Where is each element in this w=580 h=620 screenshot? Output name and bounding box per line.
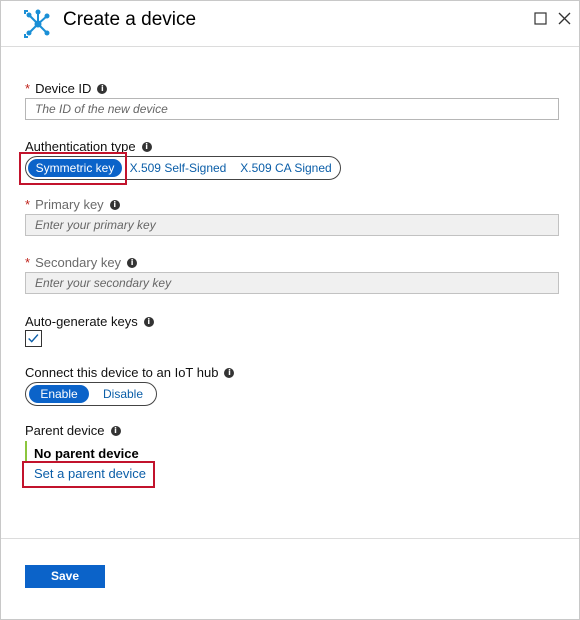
page-title: Create a device (63, 9, 197, 30)
connect-option-enable[interactable]: Enable (29, 385, 89, 403)
auto-generate-checkbox[interactable] (25, 330, 42, 347)
create-device-panel: Create a device * Device ID i The ID of th… (0, 0, 580, 620)
required-marker: * (25, 197, 31, 212)
parent-device-value: No parent device (34, 446, 139, 461)
info-icon[interactable]: i (97, 83, 108, 94)
maximize-icon[interactable] (533, 11, 549, 27)
required-marker: * (25, 81, 31, 96)
secondary-key-label: * Secondary key i (25, 255, 138, 270)
connect-option-disable[interactable]: Disable (94, 385, 152, 403)
panel-header: Create a device (1, 1, 579, 47)
info-icon[interactable]: i (109, 199, 120, 210)
auth-option-x509-self-signed[interactable]: X.509 Self-Signed (126, 159, 230, 177)
close-icon[interactable] (557, 11, 573, 27)
auto-generate-label: Auto-generate keys i (25, 314, 154, 329)
secondary-key-input[interactable]: Enter your secondary key (25, 272, 559, 294)
auth-option-x509-ca-signed[interactable]: X.509 CA Signed (236, 159, 336, 177)
required-marker: * (25, 255, 31, 270)
highlight-box-parent (22, 461, 155, 488)
save-button[interactable]: Save (25, 565, 105, 588)
footer-divider (1, 538, 579, 539)
checkmark-icon (28, 334, 39, 343)
info-icon[interactable]: i (143, 316, 154, 327)
highlight-box-auth (19, 152, 127, 185)
info-icon[interactable]: i (110, 425, 121, 436)
device-id-input[interactable]: The ID of the new device (25, 98, 559, 120)
primary-key-label: * Primary key i (25, 197, 120, 212)
parent-device-label: Parent device i (25, 423, 121, 438)
parent-device-accent (25, 441, 27, 463)
connect-hub-toggle: Enable Disable (25, 382, 157, 406)
primary-key-input[interactable]: Enter your primary key (25, 214, 559, 236)
info-icon[interactable]: i (141, 141, 152, 152)
info-icon[interactable]: i (127, 257, 138, 268)
connect-hub-label: Connect this device to an IoT hub i (25, 365, 235, 380)
device-id-label: * Device ID i (25, 81, 108, 96)
info-icon[interactable]: i (224, 367, 235, 378)
iot-hub-icon (24, 9, 50, 38)
